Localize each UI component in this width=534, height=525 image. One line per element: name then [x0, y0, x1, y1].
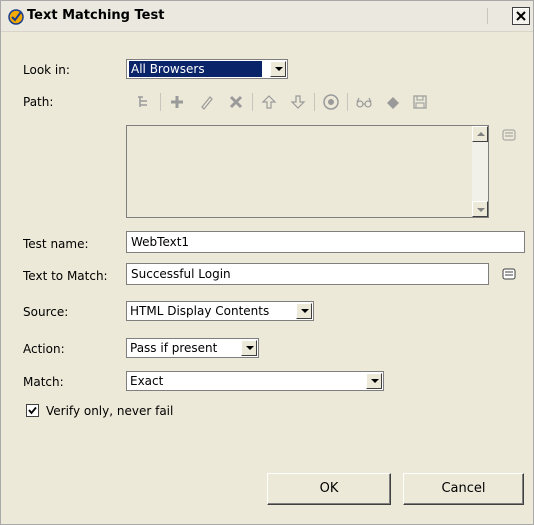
- app-logo-icon: [8, 9, 24, 25]
- cancel-button[interactable]: Cancel: [403, 473, 524, 505]
- edit-icon[interactable]: [198, 93, 216, 111]
- close-button[interactable]: [512, 7, 530, 25]
- delete-icon[interactable]: [227, 93, 245, 111]
- test-name-label: Test name:: [23, 237, 89, 251]
- toolbar-separator: [252, 93, 253, 111]
- save-icon[interactable]: [411, 93, 429, 111]
- look-in-select[interactable]: All Browsers: [126, 59, 288, 79]
- source-value: HTML Display Contents: [130, 304, 270, 318]
- chevron-down-icon[interactable]: [241, 340, 257, 356]
- path-list-scrollbar[interactable]: [472, 126, 488, 217]
- action-label: Action:: [23, 342, 65, 356]
- target-icon[interactable]: [322, 93, 340, 111]
- close-icon: [516, 11, 526, 21]
- toolbar-separator: [314, 93, 315, 111]
- ok-button[interactable]: OK: [267, 473, 391, 505]
- toolbar-separator: [160, 93, 161, 111]
- glasses-icon[interactable]: [355, 93, 373, 111]
- text-to-match-value: Successful Login: [131, 267, 231, 281]
- verify-only-label[interactable]: Verify only, never fail: [46, 404, 173, 418]
- look-in-label: Look in:: [23, 63, 70, 77]
- window-title: Text Matching Test: [27, 8, 165, 23]
- text-matching-test-dialog: Text Matching Test Look in: All Browsers…: [0, 0, 534, 525]
- source-select[interactable]: HTML Display Contents: [126, 301, 314, 321]
- toolbar-separator: [347, 93, 348, 111]
- match-select[interactable]: Exact: [126, 371, 384, 391]
- path-label: Path:: [23, 95, 54, 109]
- source-label: Source:: [23, 305, 69, 319]
- text-to-match-label: Text to Match:: [23, 269, 108, 283]
- title-bar[interactable]: Text Matching Test: [1, 1, 533, 32]
- tree-icon[interactable]: [135, 93, 153, 111]
- test-name-value: WebText1: [131, 235, 190, 249]
- action-select[interactable]: Pass if present: [126, 338, 259, 358]
- test-name-field[interactable]: WebText1: [126, 231, 525, 253]
- keyboard-icon[interactable]: [502, 128, 516, 142]
- match-value: Exact: [130, 374, 164, 388]
- text-to-match-field[interactable]: Successful Login: [126, 263, 489, 285]
- move-down-icon[interactable]: [289, 93, 307, 111]
- move-up-icon[interactable]: [260, 93, 278, 111]
- eraser-icon[interactable]: [384, 93, 402, 111]
- chevron-down-icon[interactable]: [270, 61, 286, 77]
- add-icon[interactable]: [168, 93, 186, 111]
- action-value: Pass if present: [130, 341, 218, 355]
- checkmark-icon: [28, 406, 37, 415]
- scroll-up-button[interactable]: [472, 126, 488, 142]
- scroll-down-button[interactable]: [472, 201, 488, 217]
- verify-only-checkbox[interactable]: [26, 404, 39, 417]
- look-in-value: All Browsers: [129, 61, 262, 77]
- match-label: Match:: [23, 375, 64, 389]
- path-list[interactable]: [126, 125, 489, 218]
- title-separator: [487, 8, 488, 24]
- keyboard-icon[interactable]: [502, 267, 516, 281]
- chevron-down-icon[interactable]: [296, 303, 312, 319]
- chevron-down-icon[interactable]: [366, 373, 382, 389]
